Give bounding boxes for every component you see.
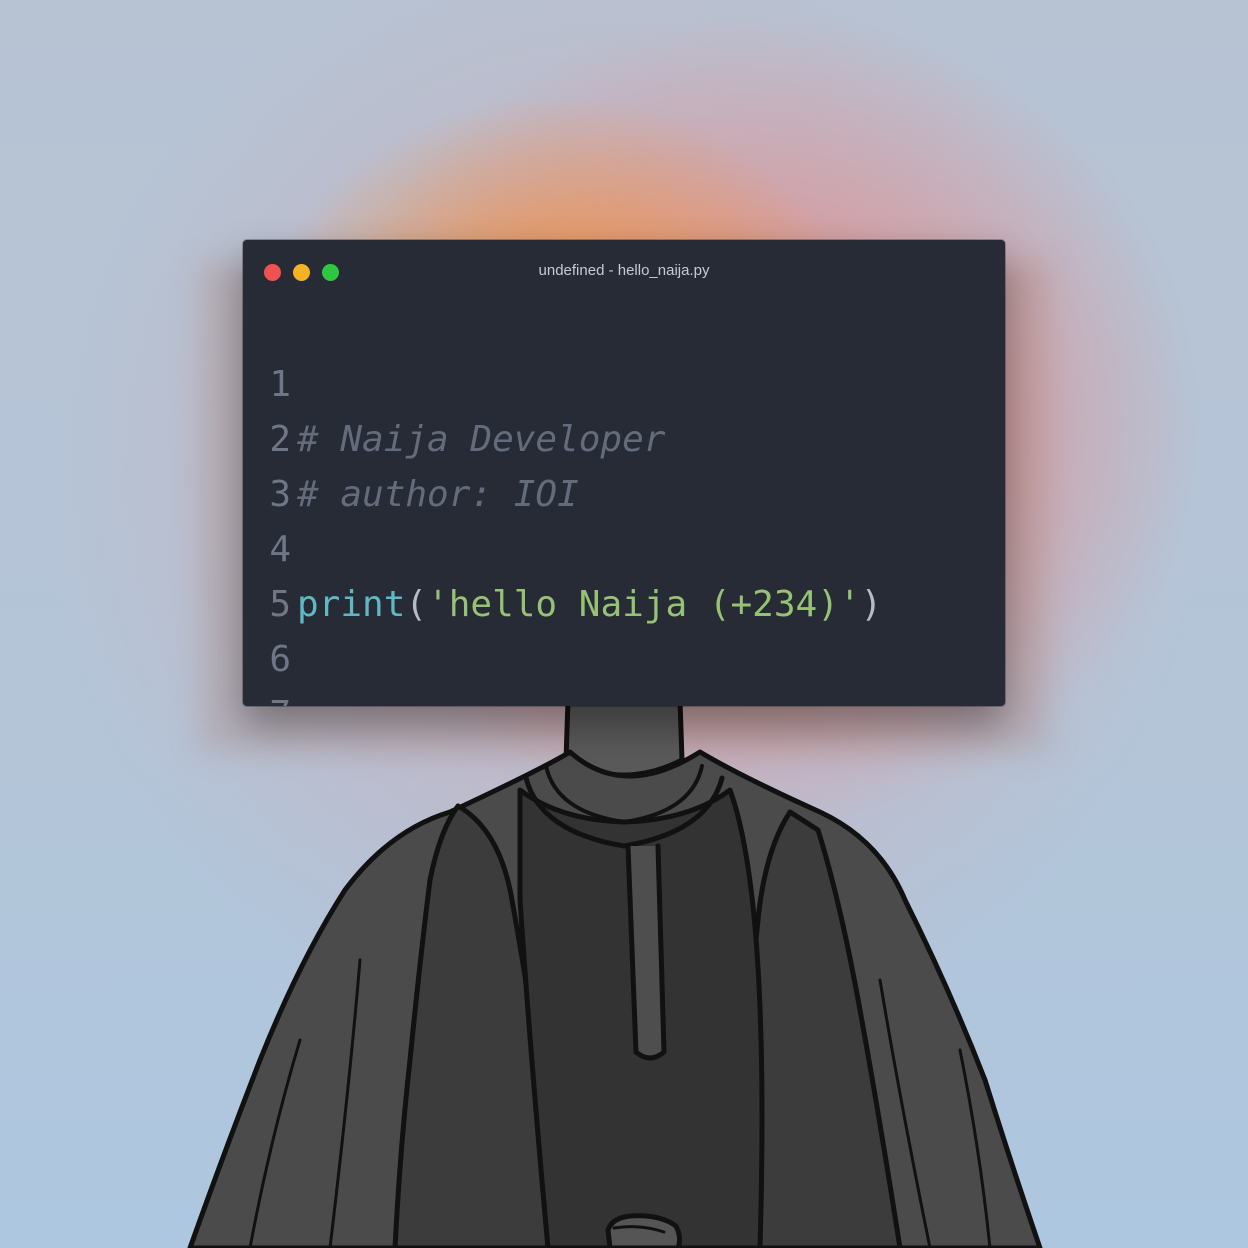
code-editor-window: undefined - hello_naija.py 1 # Naija Dev…: [243, 240, 1005, 706]
code-line: 6: [243, 577, 1005, 680]
code-line: 3: [243, 412, 1005, 515]
code-line: 5: [243, 522, 1005, 625]
code-line: 2 # author: IOI: [243, 357, 1005, 515]
line-number: 7: [263, 687, 291, 706]
code-area: 1 # Naija Developer 2 # author: IOI 3 4 …: [243, 302, 1005, 706]
code-line: 1 # Naija Developer: [243, 302, 1005, 460]
robe-placket: [625, 843, 667, 1061]
code-line: 7: [243, 632, 1005, 706]
code-line: 4 print('hello Naija (+234)'): [243, 467, 1005, 625]
hands: [605, 1213, 683, 1248]
window-title: undefined - hello_naija.py: [538, 262, 710, 279]
window-titlebar: undefined - hello_naija.py: [243, 240, 1005, 302]
